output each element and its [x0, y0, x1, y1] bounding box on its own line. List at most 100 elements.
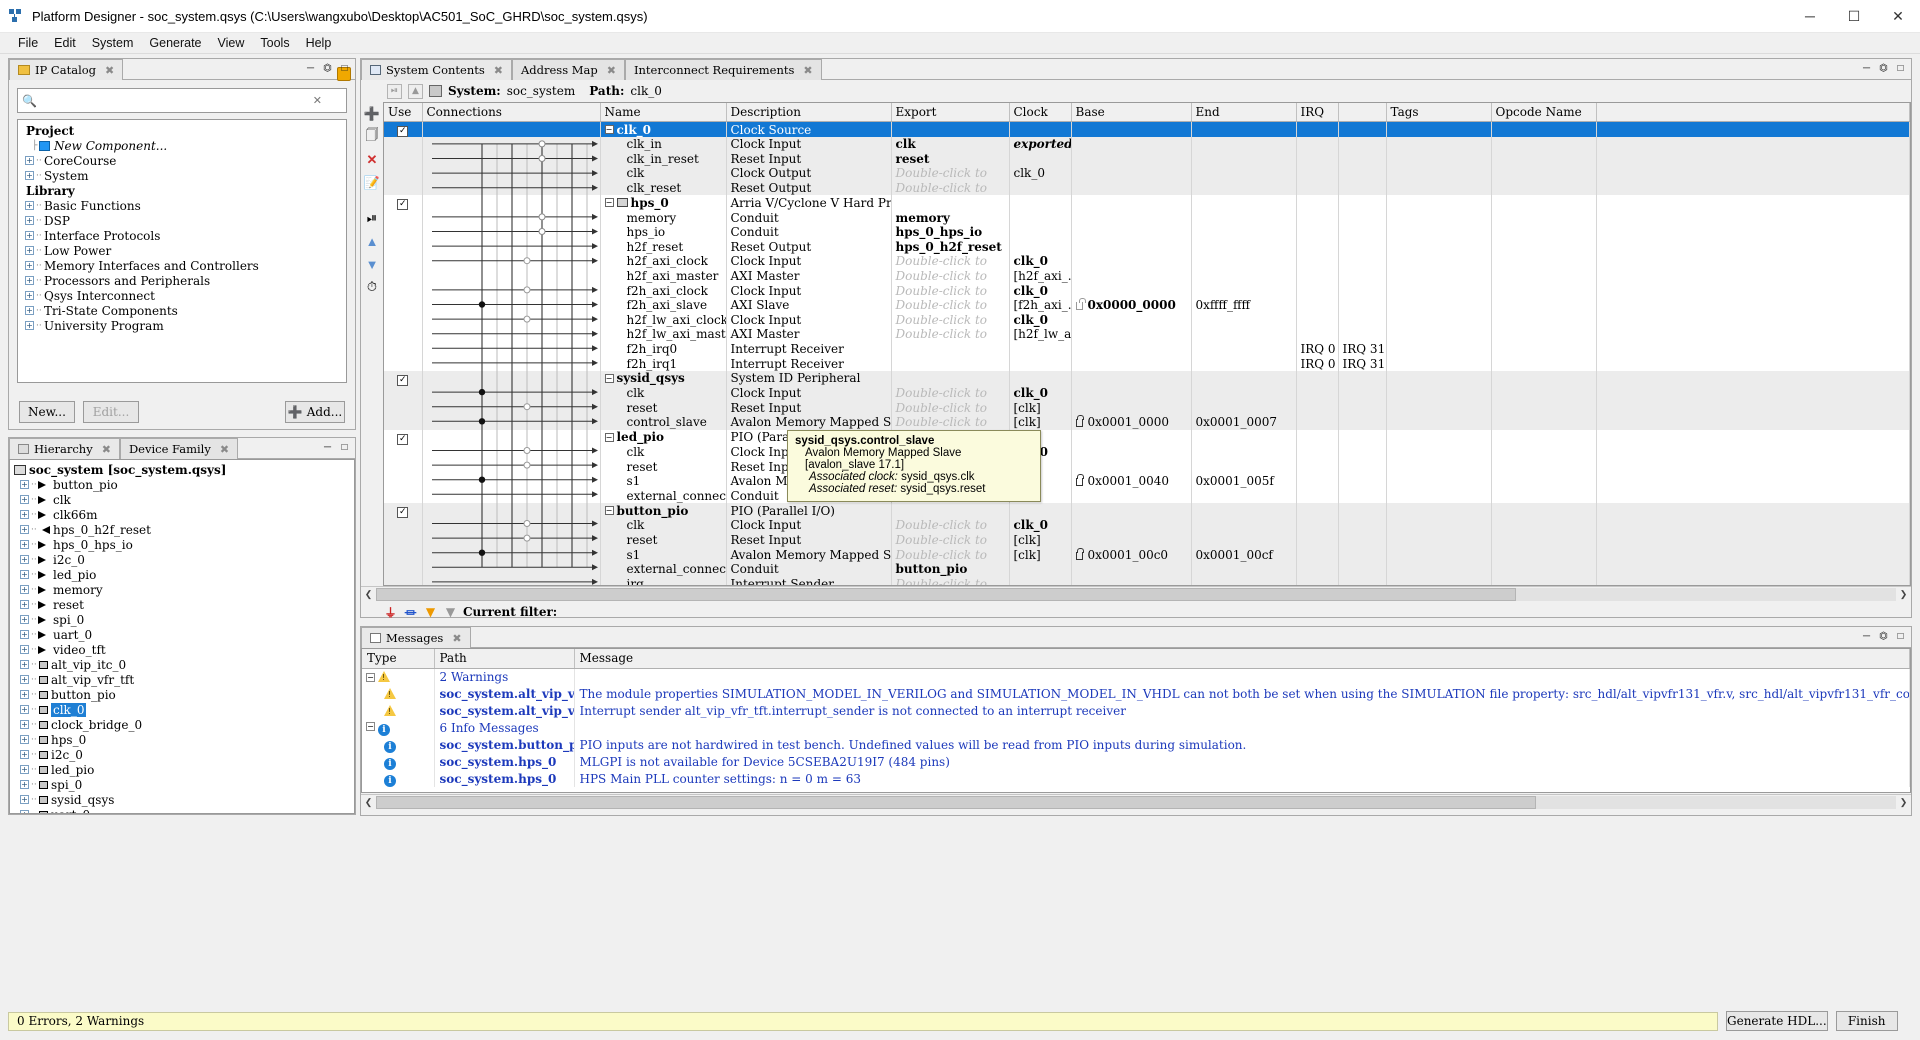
table-row[interactable]: ✓ − hps_0 Arria V/Cyclone V Hard Proces... [384, 195, 1910, 211]
cell-name[interactable]: h2f_axi_clock [600, 254, 727, 269]
table-row[interactable]: ✓ − led_pio PIO (Parallel I/O) [384, 429, 1910, 445]
cell-use[interactable] [384, 444, 423, 460]
hierarchy-item[interactable]: +·· uart_0 [10, 807, 354, 813]
cell-use[interactable] [384, 180, 423, 196]
cell-tags[interactable] [1386, 561, 1492, 577]
scroll-track[interactable] [376, 587, 1896, 601]
finish-button[interactable]: Finish [1835, 1011, 1898, 1031]
cell-path[interactable]: 2 Warnings [434, 668, 575, 685]
cell-opcode-name[interactable] [1491, 356, 1597, 371]
table-row[interactable]: clk_reset Reset Output Double-click to [384, 180, 1910, 196]
cell-connections[interactable] [422, 576, 601, 585]
table-row[interactable]: clk Clock InputDouble-click to clk_0 [384, 385, 1910, 401]
cell-tags[interactable] [1386, 195, 1492, 211]
cell-export[interactable]: button_pio [891, 561, 1010, 577]
cell-connections[interactable] [422, 254, 601, 269]
use-checkbox[interactable]: ✓ [397, 433, 409, 445]
expand-icon[interactable]: + [25, 231, 34, 240]
cell-clock[interactable] [1009, 561, 1072, 577]
cell-base[interactable] [1071, 518, 1192, 533]
close-icon[interactable]: ✖ [607, 64, 616, 77]
tab-system-contents[interactable]: System Contents ✖ [361, 59, 512, 80]
cell-tags[interactable] [1386, 210, 1492, 225]
cell-clock[interactable] [1009, 151, 1072, 167]
tab-device-family[interactable]: Device Family ✖ [119, 438, 239, 459]
table-row[interactable]: h2f_axi_clock Clock Input Double-click to c… [384, 254, 1910, 269]
cell-export[interactable] [891, 356, 1010, 371]
cell-connections[interactable] [422, 327, 601, 342]
expand-icon[interactable]: + [20, 510, 29, 519]
expand-icon[interactable]: + [20, 480, 29, 489]
lock-icon[interactable] [1075, 415, 1084, 428]
cell-use[interactable] [384, 400, 423, 416]
cell-use[interactable] [384, 561, 423, 577]
cell-export[interactable]: Double-click to [891, 327, 1010, 342]
cell-base[interactable] [1071, 576, 1192, 585]
cell-path[interactable]: soc_system.hps_0 [434, 753, 575, 770]
cell-connections[interactable] [422, 429, 601, 445]
col-description[interactable]: Description [726, 103, 892, 122]
col-irq-right[interactable] [1338, 103, 1387, 122]
cell-clock[interactable] [1009, 503, 1072, 519]
table-row[interactable]: external_connectionConduitbutton_pio [384, 561, 1910, 577]
cell-irq[interactable] [1296, 370, 1339, 386]
minimize-panel-icon[interactable]: ─ [304, 63, 317, 76]
cell-connections[interactable] [422, 312, 601, 328]
search-input[interactable] [40, 90, 313, 111]
cell-export[interactable] [891, 370, 1010, 386]
cell-connections[interactable] [422, 400, 601, 416]
scroll-right-icon[interactable]: ❯ [1896, 589, 1911, 600]
message-row[interactable]: soc_system.alt_vip_vfr_tft Interrupt send… [362, 702, 1910, 719]
minimize-button[interactable]: ─ [1788, 0, 1832, 33]
cell-tags[interactable] [1386, 254, 1492, 269]
catalog-tree-item[interactable]: + ·· Low Power [22, 243, 346, 258]
cell-connections[interactable] [422, 488, 601, 504]
cell-irq[interactable] [1296, 561, 1339, 577]
cell-base[interactable] [1071, 385, 1192, 401]
cell-irq[interactable] [1296, 532, 1339, 548]
expand-icon[interactable]: + [20, 525, 29, 534]
cell-name[interactable]: reset [600, 400, 727, 416]
table-row[interactable]: hps_io Conduit hps_0_hps_io [384, 224, 1910, 240]
cell-connections[interactable] [422, 356, 601, 371]
cell-base[interactable] [1071, 254, 1192, 269]
cell-name[interactable]: clk_in_reset [600, 151, 727, 167]
cell-use[interactable] [384, 576, 423, 585]
expand-icon[interactable]: + [20, 630, 29, 639]
cell-tags[interactable] [1386, 341, 1492, 357]
catalog-tree-item[interactable]: + ·· DSP [22, 213, 346, 228]
table-row[interactable]: memory Conduit memory [384, 210, 1910, 225]
cell-irq[interactable] [1296, 180, 1339, 196]
cell-export[interactable]: Double-click to [891, 385, 1010, 401]
expand-icon[interactable]: + [25, 216, 34, 225]
hierarchy-item[interactable]: + ·· led_pio [10, 762, 354, 777]
scroll-track[interactable] [376, 795, 1896, 809]
hierarchy-item[interactable]: + ·· i2c_0 [10, 552, 354, 567]
hierarchy-tree[interactable]: soc_system [soc_system.qsys] + ·· button_pi… [9, 459, 355, 814]
move-up-icon[interactable]: ▲ [364, 233, 380, 249]
cell-opcode-name[interactable] [1491, 459, 1597, 474]
cell-irq[interactable] [1296, 415, 1339, 430]
cell-tags[interactable] [1386, 503, 1492, 519]
cell-export[interactable]: Double-click to [891, 297, 1010, 313]
table-row[interactable]: irq Interrupt Sender Double-click to [384, 576, 1910, 585]
cell-export[interactable]: Double-click to [891, 180, 1010, 196]
go-up-icon[interactable]: ▲ [408, 83, 423, 99]
table-row[interactable]: f2h_irq0 Interrupt Receiver IRQ 0 IRQ 31 [384, 341, 1910, 357]
tab-ip-catalog[interactable]: IP Catalog ✖ [9, 59, 124, 80]
cell-path[interactable]: soc_system.alt_vip_vfr_tft [434, 702, 575, 719]
tab-interconnect-requirements[interactable]: Interconnect Requirements ✖ [624, 59, 822, 80]
cell-base[interactable] [1071, 429, 1192, 445]
close-icon[interactable]: ✖ [220, 443, 229, 456]
cell-use[interactable] [384, 547, 423, 562]
cell-connections[interactable] [422, 370, 601, 386]
expand-icon[interactable]: + [25, 291, 34, 300]
cell-irq[interactable] [1296, 444, 1339, 460]
table-row[interactable]: ✓ − button_pio PIO (Parallel I/O) [384, 503, 1910, 519]
cell-connections[interactable] [422, 180, 601, 196]
cell-export[interactable]: hps_0_h2f_reset [891, 239, 1010, 255]
cell-tags[interactable] [1386, 327, 1492, 342]
col-type[interactable]: Type [362, 649, 435, 669]
cell-base[interactable] [1071, 283, 1192, 298]
hierarchy-root[interactable]: soc_system [soc_system.qsys] [10, 462, 354, 477]
